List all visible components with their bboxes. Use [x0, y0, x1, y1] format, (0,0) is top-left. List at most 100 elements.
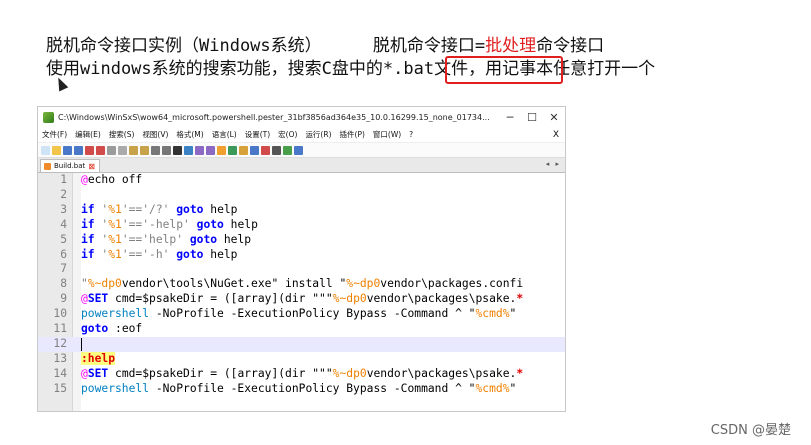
print-icon[interactable] [107, 145, 116, 155]
code-line-11: 11 goto :eof [38, 322, 565, 337]
document-close-button[interactable]: X [553, 130, 559, 140]
show-all-chars-icon[interactable] [239, 145, 248, 155]
line1-red-text: 批处理 [485, 36, 537, 56]
menu-format[interactable]: 格式(M) [176, 129, 203, 140]
menu-macro[interactable]: 宏(O) [278, 129, 297, 140]
code-text: @echo off [81, 173, 143, 186]
new-file-icon[interactable] [41, 145, 50, 155]
file-icon [44, 162, 51, 170]
slide-line-2: 使用windows系统的搜索功能，搜索C盘中的*.bat文件，用记事本任意打开一… [46, 58, 655, 80]
menu-view[interactable]: 视图(V) [142, 129, 168, 140]
close-all-icon[interactable] [96, 145, 105, 155]
menu-file[interactable]: 文件(F) [42, 129, 67, 140]
code-text: @SET cmd=$psakeDir = ([array](dir """%~d… [81, 366, 524, 380]
zoom-out-icon[interactable] [206, 145, 215, 155]
line-number: 7 [60, 262, 67, 276]
undo-icon[interactable] [151, 145, 160, 155]
cut-icon[interactable] [118, 145, 127, 155]
find-icon[interactable] [173, 145, 182, 155]
code-line-12-current: 12 [38, 336, 565, 352]
watermark: CSDN @晏楚 [710, 423, 791, 438]
line-number: 13 [53, 351, 67, 365]
copy-icon[interactable] [129, 145, 138, 155]
menu-help[interactable]: ? [409, 130, 413, 139]
menu-language[interactable]: 语言(L) [212, 129, 237, 140]
tab-scroll-arrows[interactable]: ◂ ▸ [546, 160, 561, 168]
menu-plugins[interactable]: 插件(P) [340, 129, 365, 140]
line-number: 1 [60, 173, 67, 186]
line1-text-b: 脱机命令接口= [372, 36, 486, 56]
code-text: :help [81, 351, 116, 365]
menu-edit[interactable]: 编辑(E) [75, 129, 101, 140]
window-title: C:\Windows\WinSxS\wow64_microsoft.powers… [58, 112, 490, 122]
line1-text-a: 脱机命令接口实例（Windows系统） [46, 36, 322, 56]
notepad-window: C:\Windows\WinSxS\wow64_microsoft.powers… [37, 106, 566, 412]
line-number: 2 [60, 187, 67, 201]
indent-guide-icon[interactable] [250, 145, 259, 155]
code-text: powershell -NoProfile -ExecutionPolicy B… [81, 307, 517, 321]
save-macro-icon[interactable] [294, 145, 303, 155]
record-macro-icon[interactable] [261, 145, 270, 155]
line-number: 14 [53, 366, 67, 380]
code-line-1: 1 @echo off [38, 173, 565, 188]
code-line-5: 5 if '%1'=='help' goto help [38, 233, 565, 248]
line-number: 6 [60, 247, 67, 261]
code-text: goto :eof [81, 322, 143, 335]
line-number: 4 [60, 217, 67, 231]
red-highlight-box [445, 56, 563, 84]
tab-build-bat[interactable]: Build.bat ⊠ [40, 159, 100, 172]
slide-line-1: 脱机命令接口实例（Windows系统） 脱机命令接口=批处理命令接口 [46, 35, 604, 57]
tab-label: Build.bat [54, 162, 86, 170]
title-bar: C:\Windows\WinSxS\wow64_microsoft.powers… [38, 107, 565, 127]
code-line-13: 13 :help [38, 351, 565, 367]
code-text: "%~dp0vendor\tools\NuGet.exe" install "%… [81, 277, 524, 291]
save-icon[interactable] [63, 145, 72, 155]
notepad-app-icon [43, 111, 54, 123]
code-line-6: 6 if '%1'=='-h' goto help [38, 248, 565, 263]
line2-text-a: 使用windows系统的搜索功能，搜索C盘中的 [46, 59, 383, 79]
line1-text-c: 命令接口 [536, 36, 605, 56]
line-number: 12 [53, 336, 67, 350]
code-text: @SET cmd=$psakeDir = ([array](dir """%~d… [81, 292, 524, 306]
open-file-icon[interactable] [52, 145, 61, 155]
code-line-9: 9 @SET cmd=$psakeDir = ([array](dir """%… [38, 292, 565, 307]
line-number: 8 [60, 277, 67, 291]
line-number: 5 [60, 232, 67, 246]
code-line-3: 3 if '%1'=='/?' goto help [38, 203, 565, 218]
zoom-in-icon[interactable] [195, 145, 204, 155]
code-line-15: 15 powershell -NoProfile -ExecutionPolic… [38, 382, 565, 397]
text-caret [81, 337, 82, 351]
minimize-button[interactable]: ─ [499, 111, 521, 124]
redo-icon[interactable] [162, 145, 171, 155]
word-wrap-icon[interactable] [228, 145, 237, 155]
tab-close-icon[interactable]: ⊠ [88, 162, 95, 171]
code-editor[interactable]: 1 @echo off 2 3 if '%1'=='/?' goto help … [38, 173, 565, 411]
line-number: 15 [53, 381, 67, 395]
menu-window[interactable]: 窗口(W) [373, 129, 401, 140]
close-file-icon[interactable] [85, 145, 94, 155]
line-number: 10 [53, 307, 67, 321]
line-number: 3 [60, 202, 67, 216]
menu-run[interactable]: 运行(R) [305, 129, 331, 140]
menu-settings[interactable]: 设置(T) [245, 129, 270, 140]
code-text: if '%1'=='-h' goto help [81, 247, 238, 261]
play-macro-icon[interactable] [283, 145, 292, 155]
code-text: if '%1'=='-help' goto help [81, 217, 258, 231]
sync-scroll-icon[interactable] [217, 145, 226, 155]
code-text: powershell -NoProfile -ExecutionPolicy B… [81, 381, 517, 395]
save-all-icon[interactable] [74, 145, 83, 155]
close-button[interactable]: ✕ [543, 111, 565, 124]
menu-search[interactable]: 搜索(S) [109, 129, 135, 140]
toolbar [38, 142, 565, 158]
code-line-8: 8 "%~dp0vendor\tools\NuGet.exe" install … [38, 277, 565, 292]
paste-icon[interactable] [140, 145, 149, 155]
code-line-10: 10 powershell -NoProfile -ExecutionPolic… [38, 307, 565, 322]
stop-macro-icon[interactable] [272, 145, 281, 155]
code-line-7: 7 [38, 262, 565, 277]
code-line-2: 2 [38, 188, 565, 203]
code-line-14: 14 @SET cmd=$psakeDir = ([array](dir """… [38, 367, 565, 382]
menu-bar: 文件(F) 编辑(E) 搜索(S) 视图(V) 格式(M) 语言(L) 设置(T… [38, 127, 565, 142]
maximize-button[interactable]: ☐ [521, 111, 543, 124]
line-number: 9 [60, 292, 67, 306]
replace-icon[interactable] [184, 145, 193, 155]
